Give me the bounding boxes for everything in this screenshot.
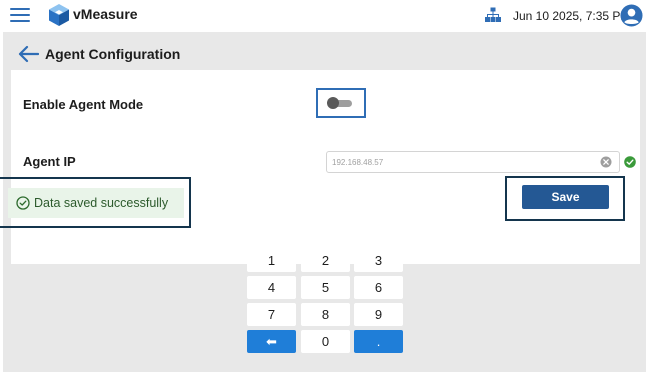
- key-7[interactable]: 7: [247, 303, 296, 326]
- config-card: Enable Agent Mode Agent IP: [11, 70, 640, 264]
- enable-agent-toggle[interactable]: [316, 88, 366, 118]
- agent-ip-label: Agent IP: [23, 154, 76, 169]
- top-bar: vMeasure Jun 10 2025, 7:35 PM: [0, 0, 649, 32]
- key-6[interactable]: 6: [354, 276, 403, 299]
- hamburger-menu-icon[interactable]: [10, 7, 30, 23]
- account-circle-icon[interactable]: [620, 4, 643, 27]
- key-0[interactable]: 0: [301, 330, 350, 353]
- key-5[interactable]: 5: [301, 276, 350, 299]
- toast-message: Data saved successfully: [34, 196, 169, 210]
- key-decimal[interactable]: .: [354, 330, 403, 353]
- check-circle-icon: [624, 156, 636, 168]
- network-tree-icon[interactable]: [485, 7, 501, 23]
- check-circle-outline-icon: [16, 196, 30, 210]
- key-9[interactable]: 9: [354, 303, 403, 326]
- clear-circle-icon[interactable]: [600, 156, 612, 168]
- agent-ip-input[interactable]: [326, 151, 620, 173]
- key-backspace[interactable]: ⬅: [247, 330, 296, 353]
- app-title: vMeasure: [73, 6, 138, 22]
- key-2[interactable]: 2: [301, 249, 350, 272]
- vmeasure-cube-logo-icon: [49, 4, 69, 26]
- save-button[interactable]: Save: [522, 185, 609, 209]
- datetime-display: Jun 10 2025, 7:35 PM: [513, 9, 631, 23]
- key-3[interactable]: 3: [354, 249, 403, 272]
- arrow-left-icon[interactable]: [17, 45, 39, 63]
- enable-agent-label: Enable Agent Mode: [23, 97, 144, 112]
- toggle-knob: [327, 97, 339, 109]
- key-4[interactable]: 4: [247, 276, 296, 299]
- success-toast: Data saved successfully: [8, 188, 184, 218]
- key-1[interactable]: 1: [247, 249, 296, 272]
- content-area: Agent Configuration Enable Agent Mode Ag…: [0, 32, 646, 372]
- key-8[interactable]: 8: [301, 303, 350, 326]
- numeric-keypad: 1 2 3 4 5 6 7 8 9 ⬅ 0 .: [247, 249, 405, 355]
- page-title: Agent Configuration: [45, 46, 181, 62]
